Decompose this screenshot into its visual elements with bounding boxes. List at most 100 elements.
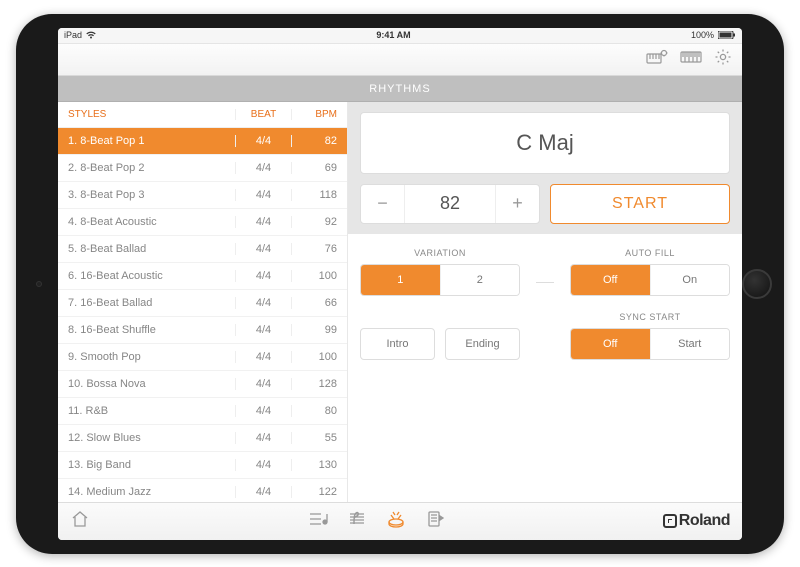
bpm-decrement[interactable]: −	[361, 185, 405, 223]
style-row[interactable]: 3. 8-Beat Pop 34/4118	[58, 182, 347, 209]
battery-label: 100%	[691, 30, 714, 40]
styles-panel: STYLES BEAT BPM 1. 8-Beat Pop 14/4822. 8…	[58, 102, 348, 502]
bpm-value: 82	[405, 193, 495, 214]
style-row[interactable]: 1. 8-Beat Pop 14/482	[58, 128, 347, 155]
bpm-col-header: BPM	[291, 109, 347, 120]
camera-dot	[36, 281, 42, 287]
style-bpm: 82	[291, 135, 347, 147]
autofill-option[interactable]: Off	[571, 265, 650, 295]
bpm-increment[interactable]: +	[495, 185, 539, 223]
score-icon[interactable]	[348, 510, 366, 533]
syncstart-label: SYNC START	[619, 312, 680, 322]
style-row[interactable]: 10. Bossa Nova4/4128	[58, 371, 347, 398]
autofill-label: AUTO FILL	[625, 248, 675, 258]
style-beat: 4/4	[235, 243, 291, 255]
style-bpm: 100	[291, 351, 347, 363]
style-bpm: 122	[291, 486, 347, 498]
style-bpm: 66	[291, 297, 347, 309]
songlist-icon[interactable]	[308, 511, 328, 532]
style-bpm: 99	[291, 324, 347, 336]
rhythm-icon[interactable]	[386, 510, 406, 533]
style-name: 6. 16-Beat Acoustic	[58, 270, 235, 282]
start-button[interactable]: START	[550, 184, 730, 224]
ending-button[interactable]: Ending	[445, 328, 520, 360]
style-name: 10. Bossa Nova	[58, 378, 235, 390]
style-name: 3. 8-Beat Pop 3	[58, 189, 235, 201]
style-bpm: 55	[291, 432, 347, 444]
style-beat: 4/4	[235, 216, 291, 228]
style-name: 14. Medium Jazz	[58, 486, 235, 498]
style-bpm: 130	[291, 459, 347, 471]
syncstart-option[interactable]: Start	[650, 329, 730, 359]
styles-list[interactable]: 1. 8-Beat Pop 14/4822. 8-Beat Pop 24/469…	[58, 128, 347, 502]
style-row[interactable]: 11. R&B4/480	[58, 398, 347, 425]
style-name: 7. 16-Beat Ballad	[58, 297, 235, 309]
intro-ending-group: Intro Ending	[360, 312, 520, 360]
home-icon[interactable]	[70, 510, 90, 533]
style-beat: 4/4	[235, 297, 291, 309]
style-row[interactable]: 5. 8-Beat Ballad4/476	[58, 236, 347, 263]
style-row[interactable]: 8. 16-Beat Shuffle4/499	[58, 317, 347, 344]
bpm-stepper: − 82 +	[360, 184, 540, 224]
variation-label: VARIATION	[414, 248, 466, 258]
variation-option[interactable]: 2	[440, 265, 520, 295]
right-panel: C Maj − 82 + START VARIATION	[348, 102, 742, 502]
style-name: 9. Smooth Pop	[58, 351, 235, 363]
style-bpm: 128	[291, 378, 347, 390]
bottom-bar: Roland	[58, 502, 742, 540]
style-bpm: 100	[291, 270, 347, 282]
styles-header: STYLES BEAT BPM	[58, 102, 347, 128]
battery-icon	[718, 31, 736, 39]
style-beat: 4/4	[235, 270, 291, 282]
variation-option[interactable]: 1	[361, 265, 440, 295]
clock: 9:41 AM	[376, 30, 410, 40]
style-name: 2. 8-Beat Pop 2	[58, 162, 235, 174]
keyboard-icon[interactable]	[680, 50, 702, 69]
roland-mark-icon	[663, 514, 677, 528]
style-name: 12. Slow Blues	[58, 432, 235, 444]
screen: iPad 9:41 AM 100%	[58, 28, 742, 540]
status-bar: iPad 9:41 AM 100%	[58, 28, 742, 44]
style-beat: 4/4	[235, 351, 291, 363]
style-name: 8. 16-Beat Shuffle	[58, 324, 235, 336]
piano-settings-icon[interactable]	[646, 49, 668, 70]
autofill-group: AUTO FILL OffOn	[570, 248, 730, 296]
style-row[interactable]: 9. Smooth Pop4/4100	[58, 344, 347, 371]
gear-icon[interactable]	[714, 48, 732, 71]
recorder-icon[interactable]	[426, 510, 444, 533]
ipad-frame: iPad 9:41 AM 100%	[16, 14, 784, 554]
style-row[interactable]: 14. Medium Jazz4/4122	[58, 479, 347, 502]
style-name: 11. R&B	[58, 405, 235, 417]
style-name: 13. Big Band	[58, 459, 235, 471]
style-beat: 4/4	[235, 432, 291, 444]
style-beat: 4/4	[235, 189, 291, 201]
syncstart-option[interactable]: Off	[571, 329, 650, 359]
style-beat: 4/4	[235, 324, 291, 336]
syncstart-group: SYNC START OffStart	[570, 312, 730, 360]
style-name: 4. 8-Beat Acoustic	[58, 216, 235, 228]
connector-line	[536, 282, 554, 283]
style-row[interactable]: 4. 8-Beat Acoustic4/492	[58, 209, 347, 236]
brand-logo: Roland	[663, 512, 730, 530]
style-name: 1. 8-Beat Pop 1	[58, 135, 235, 147]
intro-button[interactable]: Intro	[360, 328, 435, 360]
top-toolbar	[58, 44, 742, 76]
section-title: RHYTHMS	[58, 76, 742, 102]
chord-display[interactable]: C Maj	[360, 112, 730, 174]
carrier-label: iPad	[64, 30, 82, 40]
style-row[interactable]: 13. Big Band4/4130	[58, 452, 347, 479]
style-row[interactable]: 6. 16-Beat Acoustic4/4100	[58, 263, 347, 290]
style-name: 5. 8-Beat Ballad	[58, 243, 235, 255]
style-beat: 4/4	[235, 378, 291, 390]
home-button[interactable]	[742, 269, 772, 299]
brand-text: Roland	[679, 512, 730, 530]
style-row[interactable]: 12. Slow Blues4/455	[58, 425, 347, 452]
style-bpm: 92	[291, 216, 347, 228]
style-row[interactable]: 2. 8-Beat Pop 24/469	[58, 155, 347, 182]
style-bpm: 80	[291, 405, 347, 417]
style-row[interactable]: 7. 16-Beat Ballad4/466	[58, 290, 347, 317]
styles-col-header: STYLES	[58, 109, 235, 120]
style-beat: 4/4	[235, 162, 291, 174]
wifi-icon	[86, 31, 96, 39]
autofill-option[interactable]: On	[650, 265, 730, 295]
